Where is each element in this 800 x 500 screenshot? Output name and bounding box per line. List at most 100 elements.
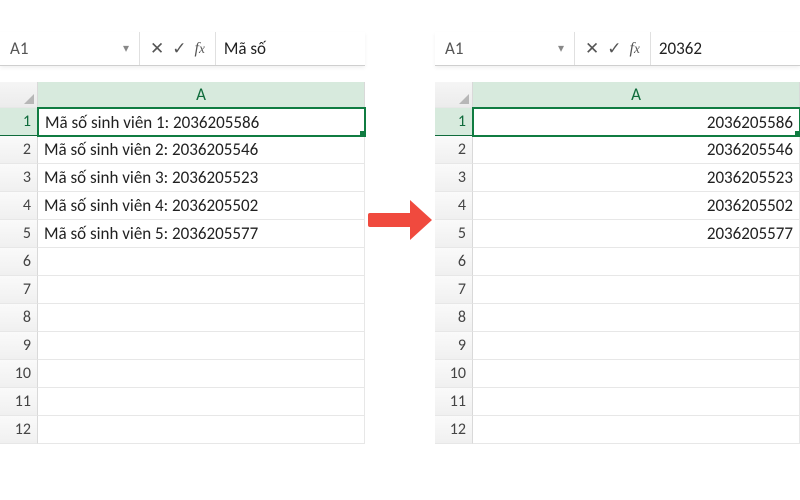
cell-value: 2036205577 [707,223,793,244]
fx-icon[interactable]: fx [195,40,205,58]
table-row: 9 [0,332,365,360]
cell[interactable] [473,416,800,444]
formula-value[interactable]: Mã số [216,32,365,65]
row-header[interactable]: 2 [435,136,473,164]
cell[interactable]: 2036205586 [472,107,800,137]
table-row: 2 Mã số sinh viên 2: 2036205546 [0,136,365,164]
table-row: 3 Mã số sinh viên 3: 2036205523 [0,164,365,192]
cell-value: 2036205523 [707,167,793,188]
table-row: 11 [435,388,800,416]
row-header[interactable]: 9 [0,332,38,360]
cell[interactable] [473,332,800,360]
cell[interactable] [473,388,800,416]
chevron-down-icon[interactable]: ▾ [558,41,564,56]
name-box-value: A1 [445,38,463,59]
cell[interactable]: 2036205546 [473,136,800,164]
cell-value: Mã số sinh viên 4: 2036205502 [44,195,258,216]
cell[interactable] [38,388,365,416]
cell[interactable] [38,416,365,444]
row-header[interactable]: 8 [435,304,473,332]
select-all-corner[interactable] [435,82,473,108]
table-row: 5Mã số sinh viên 5: 2036205577 [0,220,365,248]
cell[interactable]: Mã số sinh viên 5: 2036205577 [38,220,365,248]
row-header[interactable]: 4 [435,192,473,220]
cell-value: 2036205502 [707,195,793,216]
row-header[interactable]: 3 [435,164,473,192]
chevron-down-icon[interactable]: ▾ [123,41,129,56]
row-header[interactable]: 6 [0,248,38,276]
row-header[interactable]: 10 [435,360,473,388]
formula-bar: A1 ▾ ✕ ✓ fx Mã số [0,32,365,66]
cancel-icon[interactable]: ✕ [585,38,599,59]
table-row: 10 [0,360,365,388]
name-box[interactable]: A1 ▾ [0,32,140,65]
confirm-icon[interactable]: ✓ [172,38,186,59]
column-header-a[interactable]: A [38,82,365,108]
table-row: 11 [0,388,365,416]
cell[interactable]: 2036205577 [473,220,800,248]
row-header[interactable]: 2 [0,136,38,164]
table-row: 8 [435,304,800,332]
formula-bar-buttons: ✕ ✓ fx [575,32,651,65]
cell[interactable] [473,248,800,276]
cell[interactable]: Mã số sinh viên 1: 2036205586 [37,107,366,137]
grid-right[interactable]: A 12036205586220362055463203620552342036… [435,82,800,444]
cell-value: Mã số sinh viên 2: 2036205546 [44,139,258,160]
table-row: 4 Mã số sinh viên 4: 2036205502 [0,192,365,220]
table-row: 12 [0,416,365,444]
row-header[interactable]: 5 [0,220,38,248]
name-box[interactable]: A1 ▾ [435,32,575,65]
cell[interactable] [38,248,365,276]
cancel-icon[interactable]: ✕ [150,38,164,59]
name-box-value: A1 [10,38,28,59]
select-all-corner[interactable] [0,82,38,108]
table-row: 9 [435,332,800,360]
formula-bar-buttons: ✕ ✓ fx [140,32,216,65]
table-row: 22036205546 [435,136,800,164]
row-header[interactable]: 1 [435,108,473,136]
cell[interactable]: 2036205523 [473,164,800,192]
cell[interactable] [473,304,800,332]
row-header[interactable]: 12 [0,416,38,444]
cell[interactable] [473,276,800,304]
row-header[interactable]: 11 [435,388,473,416]
before-panel: A1 ▾ ✕ ✓ fx Mã số A 1Mã số sinh viên 1: … [0,32,365,444]
formula-value[interactable]: 20362 [651,32,800,65]
cell[interactable] [38,304,365,332]
row-header[interactable]: 9 [435,332,473,360]
row-header[interactable]: 12 [435,416,473,444]
row-header[interactable]: 7 [0,276,38,304]
cell[interactable]: Mã số sinh viên 3: 2036205523 [38,164,365,192]
column-header-a[interactable]: A [473,82,800,108]
table-row: 3 2036205523 [435,164,800,192]
formula-bar: A1 ▾ ✕ ✓ fx 20362 [435,32,800,66]
row-header[interactable]: 5 [435,220,473,248]
cell[interactable] [38,276,365,304]
cell[interactable] [38,332,365,360]
row-header[interactable]: 6 [435,248,473,276]
row-header[interactable]: 8 [0,304,38,332]
row-header[interactable]: 3 [0,164,38,192]
after-panel: A1 ▾ ✕ ✓ fx 20362 A 12036205586220362055… [435,32,800,444]
cell[interactable]: Mã số sinh viên 2: 2036205546 [38,136,365,164]
row-header[interactable]: 1 [0,108,38,136]
table-row: 8 [0,304,365,332]
cell[interactable] [38,360,365,388]
row-header[interactable]: 7 [435,276,473,304]
cell[interactable]: Mã số sinh viên 4: 2036205502 [38,192,365,220]
fx-icon[interactable]: fx [630,40,640,58]
row-header[interactable]: 11 [0,388,38,416]
row-header[interactable]: 10 [0,360,38,388]
cell[interactable] [473,360,800,388]
table-row: 12036205586 [435,108,800,136]
grid-left[interactable]: A 1Mã số sinh viên 1: 20362055862 Mã số s… [0,82,365,444]
cell-value: Mã số sinh viên 3: 2036205523 [44,167,258,188]
table-row: 6 [435,248,800,276]
table-row: 6 [0,248,365,276]
table-row: 12 [435,416,800,444]
row-header[interactable]: 4 [0,192,38,220]
table-row: 10 [435,360,800,388]
cell[interactable]: 2036205502 [473,192,800,220]
table-row: 7 [435,276,800,304]
confirm-icon[interactable]: ✓ [607,38,621,59]
